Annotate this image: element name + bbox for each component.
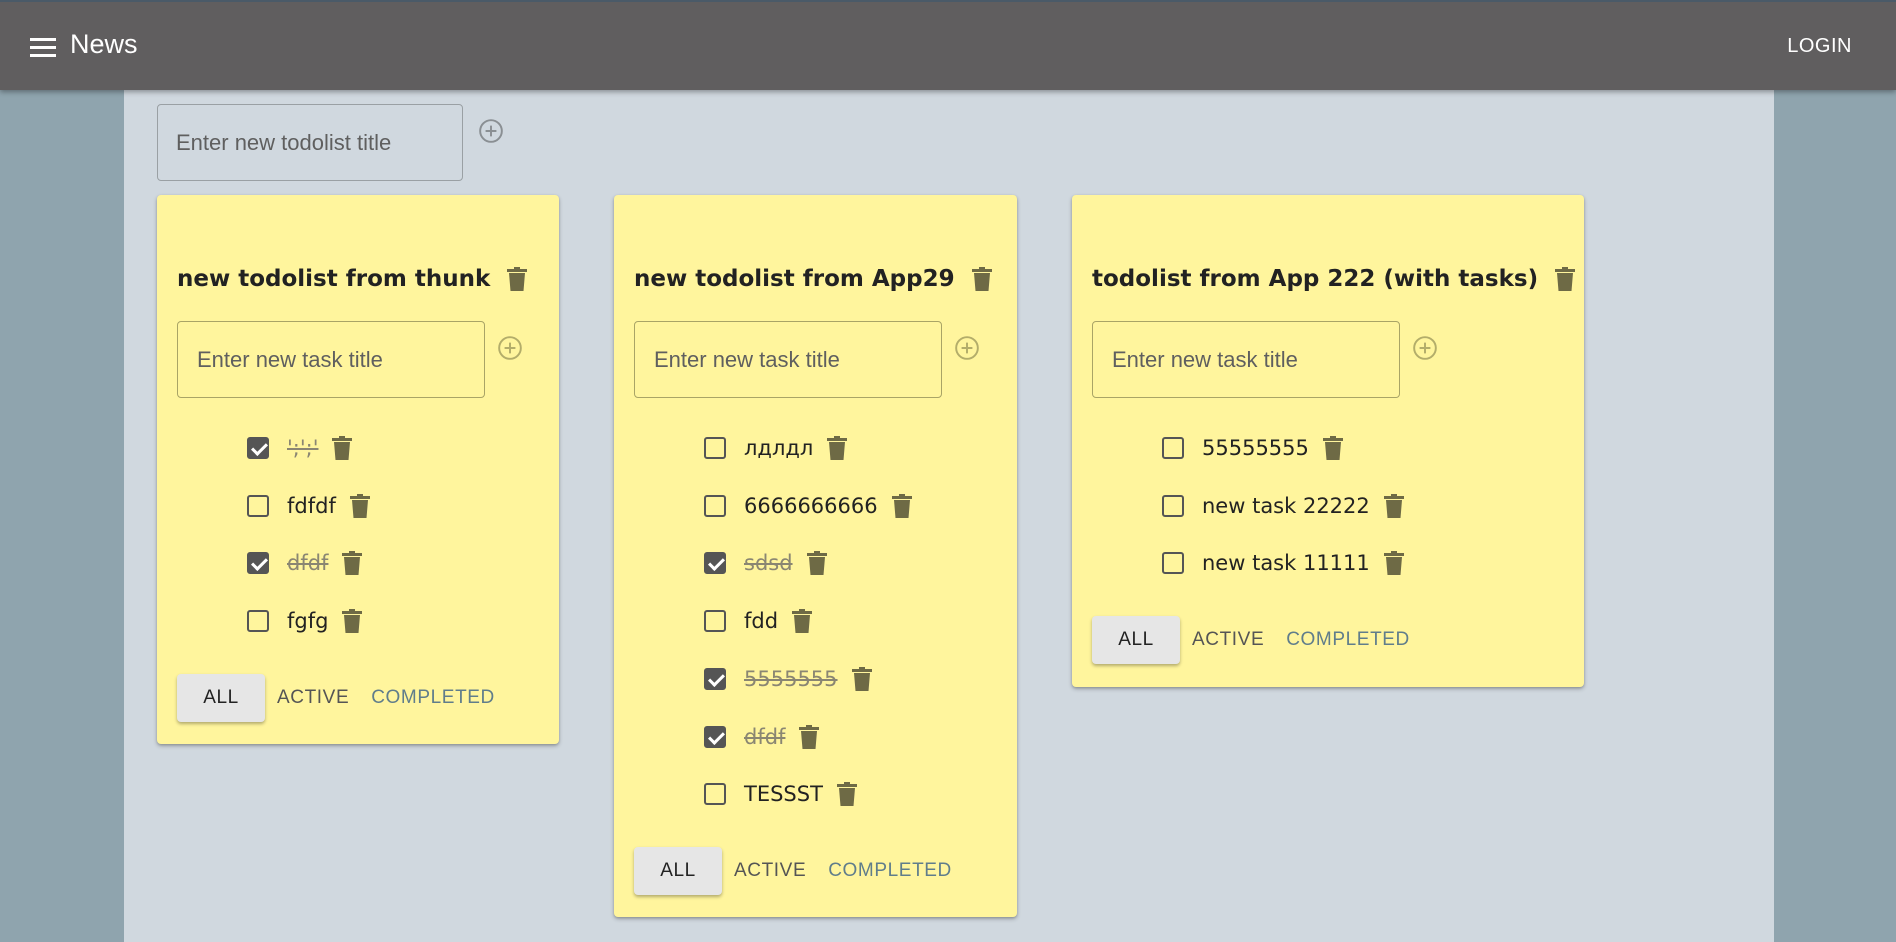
task-title[interactable]: лдлдл [744,436,813,460]
task-checkbox[interactable] [704,552,726,574]
task-checkbox[interactable] [247,437,269,459]
filter-completed-button[interactable]: COMPLETED [817,847,963,895]
task-item: 55555555 [1162,433,1343,463]
filter-completed-button[interactable]: COMPLETED [360,674,506,722]
delete-task-icon[interactable] [891,494,912,518]
task-item: ';';' [247,433,353,463]
delete-task-icon[interactable] [827,436,848,460]
add-task-icon[interactable] [954,335,980,361]
delete-task-icon[interactable] [1322,436,1343,460]
todolist-card: new todolist from thunk Enter new task t… [157,195,559,744]
filter-buttons: ALL ACTIVE COMPLETED [1092,616,1421,664]
new-todolist-input[interactable]: Enter new todolist title [157,104,463,181]
filter-buttons: ALL ACTIVE COMPLETED [634,847,963,895]
delete-task-icon[interactable] [349,494,370,518]
task-title[interactable]: sdsd [744,551,793,575]
task-item: 5555555 [704,664,872,694]
delete-task-icon[interactable] [332,436,353,460]
filter-active-button[interactable]: ACTIVE [266,674,360,722]
task-item: dfdf [247,548,363,578]
delete-task-icon[interactable] [342,551,363,575]
task-item: new task 11111 [1162,548,1404,578]
delete-todolist-icon[interactable] [971,267,992,291]
delete-task-icon[interactable] [851,667,872,691]
task-item: 6666666666 [704,491,912,521]
todolist-title-row: todolist from App 222 (with tasks) [1092,266,1576,292]
task-checkbox[interactable] [1162,437,1184,459]
task-checkbox[interactable] [704,437,726,459]
task-checkbox[interactable] [704,783,726,805]
task-title[interactable]: new task 22222 [1202,494,1370,518]
task-item: fdfdf [247,491,370,521]
task-item: fgfg [247,606,363,636]
task-title[interactable]: 6666666666 [744,494,878,518]
filter-active-button[interactable]: ACTIVE [723,847,817,895]
task-checkbox[interactable] [247,495,269,517]
todolist-title: todolist from App 222 (with tasks) [1092,266,1539,292]
filter-all-button[interactable]: ALL [1092,616,1180,664]
new-task-input[interactable]: Enter new task title [1092,321,1400,398]
task-title[interactable]: fdfdf [287,494,336,518]
task-item: dfdf [704,722,820,752]
new-task-input[interactable]: Enter new task title [634,321,942,398]
app-title: News [70,29,138,59]
hamburger-menu-icon[interactable] [30,38,56,57]
task-checkbox[interactable] [704,610,726,632]
add-task-icon[interactable] [1412,335,1438,361]
todolist-card: new todolist from App29 Enter new task t… [614,195,1017,917]
add-todolist-icon[interactable] [478,118,504,144]
task-title[interactable]: fgfg [287,609,328,633]
task-title[interactable]: TESSST [744,782,823,806]
delete-task-icon[interactable] [1383,551,1404,575]
delete-todolist-icon[interactable] [507,267,528,291]
task-checkbox[interactable] [1162,552,1184,574]
delete-task-icon[interactable] [792,609,813,633]
task-checkbox[interactable] [704,726,726,748]
task-checkbox[interactable] [704,495,726,517]
task-item: TESSST [704,779,857,809]
task-checkbox[interactable] [247,552,269,574]
task-item: sdsd [704,548,827,578]
delete-task-icon[interactable] [1383,494,1404,518]
task-title[interactable]: dfdf [744,725,785,749]
task-item: new task 22222 [1162,491,1404,521]
todolist-title: new todolist from thunk [177,266,491,292]
todolist-card: todolist from App 222 (with tasks) Enter… [1072,195,1584,687]
task-title[interactable]: 55555555 [1202,436,1309,460]
task-item: fdd [704,606,813,636]
todolist-title-row: new todolist from App29 [634,266,992,292]
delete-task-icon[interactable] [836,782,857,806]
filter-active-button[interactable]: ACTIVE [1181,616,1275,664]
login-button[interactable]: LOGIN [1787,35,1852,58]
filter-all-button[interactable]: ALL [177,674,265,722]
todolist-title-row: new todolist from thunk [177,266,528,292]
task-title[interactable]: 5555555 [744,667,838,691]
delete-todolist-icon[interactable] [1555,267,1576,291]
filter-all-button[interactable]: ALL [634,847,722,895]
task-item: лдлдл [704,433,848,463]
task-checkbox[interactable] [247,610,269,632]
todolist-title: new todolist from App29 [634,266,955,292]
task-checkbox[interactable] [1162,495,1184,517]
delete-task-icon[interactable] [799,725,820,749]
task-title[interactable]: fdd [744,609,778,633]
delete-task-icon[interactable] [806,551,827,575]
add-task-icon[interactable] [497,335,523,361]
new-task-input[interactable]: Enter new task title [177,321,485,398]
task-checkbox[interactable] [704,668,726,690]
filter-buttons: ALL ACTIVE COMPLETED [177,674,506,722]
task-title[interactable]: ';';' [287,436,318,460]
task-title[interactable]: dfdf [287,551,328,575]
app-bar: News LOGIN [0,0,1896,90]
filter-completed-button[interactable]: COMPLETED [1275,616,1421,664]
task-title[interactable]: new task 11111 [1202,551,1370,575]
delete-task-icon[interactable] [342,609,363,633]
